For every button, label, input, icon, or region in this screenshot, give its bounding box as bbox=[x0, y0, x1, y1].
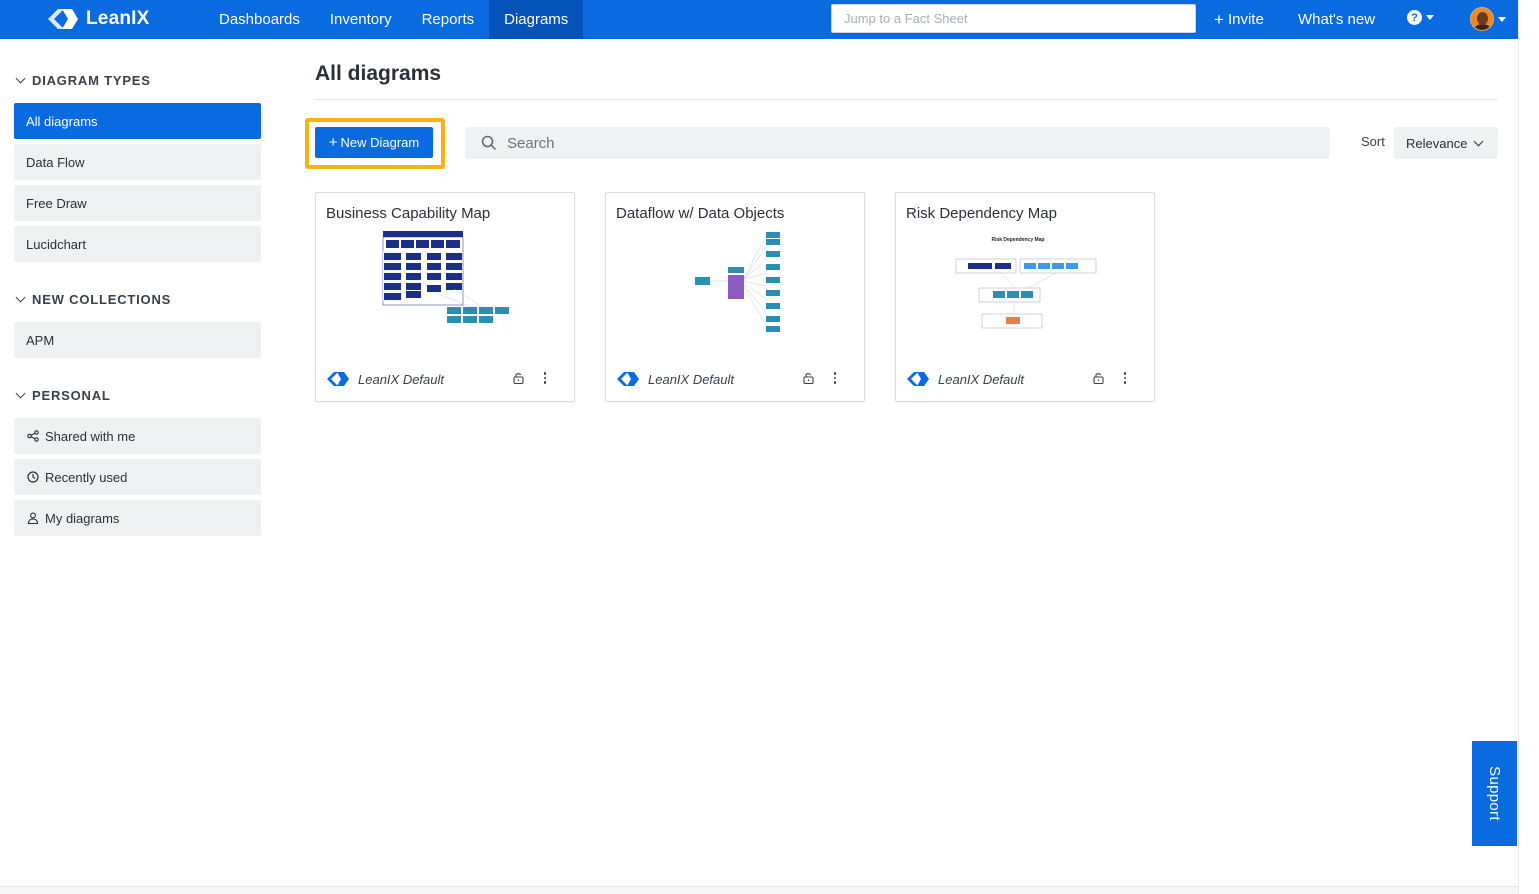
leanix-logo[interactable]: LeanIX bbox=[46, 7, 150, 31]
sidebar-item-label: APM bbox=[26, 332, 55, 348]
sort-label: Sort bbox=[1361, 134, 1385, 149]
section-title: DIAGRAM TYPES bbox=[32, 72, 151, 88]
user-icon bbox=[26, 512, 39, 525]
plus-icon: + bbox=[1214, 10, 1224, 29]
chevron-down-icon bbox=[15, 73, 26, 83]
leanix-logo-icon bbox=[617, 372, 639, 386]
leanix-logo-icon bbox=[48, 9, 78, 29]
leanix-logo-icon bbox=[907, 372, 929, 386]
diagram-thumbnail bbox=[382, 231, 509, 323]
card-footer: LeanIX Default bbox=[326, 369, 564, 389]
section-diagram-types-toggle[interactable]: DIAGRAM TYPES bbox=[14, 66, 261, 94]
more-options-icon[interactable] bbox=[542, 370, 548, 386]
diagram-thumbnail: Risk Dependency Map bbox=[955, 237, 1097, 329]
section-title: NEW COLLECTIONS bbox=[32, 291, 172, 307]
sort-value: Relevance bbox=[1406, 135, 1468, 151]
chevron-down-icon bbox=[15, 292, 26, 302]
share-icon bbox=[26, 430, 39, 443]
card-owner: LeanIX Default bbox=[648, 371, 735, 387]
sidebar-item-label: Data Flow bbox=[26, 154, 85, 170]
section-personal-toggle[interactable]: PERSONAL bbox=[14, 381, 261, 409]
sidebar-item-label: Recently used bbox=[45, 469, 128, 485]
logo-wordmark: LeanIX bbox=[86, 8, 150, 29]
new-diagram-label: New Diagram bbox=[340, 135, 420, 150]
sidebar: DIAGRAM TYPES All diagrams Data Flow Fre… bbox=[14, 66, 261, 536]
plus-icon: + bbox=[328, 134, 338, 151]
whats-new-link[interactable]: What's new bbox=[1298, 0, 1375, 39]
caret-down-icon bbox=[1426, 15, 1434, 20]
card-title: Business Capability Map bbox=[326, 205, 491, 222]
nav-inventory[interactable]: Inventory bbox=[315, 0, 407, 39]
window-edge-bottom bbox=[0, 886, 1518, 894]
card-title: Dataflow w/ Data Objects bbox=[616, 205, 785, 222]
sidebar-item-label: Shared with me bbox=[45, 428, 136, 444]
support-label: Support bbox=[1486, 766, 1504, 821]
lock-open-icon[interactable] bbox=[803, 372, 814, 384]
search-icon bbox=[481, 135, 497, 151]
nav-dashboards[interactable]: Dashboards bbox=[204, 0, 315, 39]
new-diagram-button[interactable]: + New Diagram bbox=[315, 127, 433, 158]
question-circle-icon: ? bbox=[1407, 10, 1422, 25]
invite-button[interactable]: + Invite bbox=[1214, 0, 1264, 39]
diagram-thumbnail bbox=[695, 232, 780, 332]
card-footer: LeanIX Default bbox=[616, 369, 854, 389]
leanix-logo-icon bbox=[327, 372, 349, 386]
sidebar-item-label: Lucidchart bbox=[26, 236, 86, 252]
section-new-collections-toggle[interactable]: NEW COLLECTIONS bbox=[14, 285, 261, 313]
sidebar-item-free-draw[interactable]: Free Draw bbox=[14, 185, 261, 221]
support-button[interactable]: Support bbox=[1472, 741, 1517, 846]
diagram-card-business-capability-map[interactable]: Business Capability Map LeanIX Default bbox=[315, 192, 575, 402]
top-navigation-bar: LeanIX Dashboards Inventory Reports Diag… bbox=[0, 0, 1518, 39]
sort-dropdown[interactable]: Relevance bbox=[1394, 127, 1498, 159]
chevron-down-icon bbox=[1473, 136, 1484, 146]
diagram-card-dataflow-w-data-objects[interactable]: Dataflow w/ Data Objects LeanIX Default bbox=[605, 192, 865, 402]
thumbnail-title: Risk Dependency Map bbox=[991, 237, 1044, 243]
clock-icon bbox=[26, 471, 39, 484]
sidebar-item-all-diagrams[interactable]: All diagrams bbox=[14, 103, 261, 139]
divider bbox=[315, 99, 1498, 100]
nav-reports[interactable]: Reports bbox=[407, 0, 490, 39]
lock-open-icon[interactable] bbox=[513, 372, 524, 384]
section-title: PERSONAL bbox=[32, 387, 111, 403]
card-footer: LeanIX Default bbox=[906, 369, 1144, 389]
avatar bbox=[1470, 7, 1494, 31]
sidebar-item-my-diagrams[interactable]: My diagrams bbox=[14, 500, 261, 536]
sidebar-item-data-flow[interactable]: Data Flow bbox=[14, 144, 261, 180]
diagram-search[interactable] bbox=[465, 127, 1330, 159]
chevron-down-icon bbox=[15, 388, 26, 398]
card-title: Risk Dependency Map bbox=[906, 205, 1057, 222]
page-title: All diagrams bbox=[315, 62, 442, 85]
card-owner: LeanIX Default bbox=[938, 371, 1025, 387]
card-owner: LeanIX Default bbox=[358, 371, 445, 387]
lock-open-icon[interactable] bbox=[1093, 372, 1104, 384]
more-options-icon[interactable] bbox=[1122, 370, 1128, 386]
search-input[interactable] bbox=[507, 134, 1307, 152]
help-menu[interactable]: ? bbox=[1407, 10, 1434, 25]
sidebar-item-apm[interactable]: APM bbox=[14, 322, 261, 358]
invite-label: Invite bbox=[1227, 11, 1264, 28]
sidebar-item-label: Free Draw bbox=[26, 195, 87, 211]
user-menu[interactable] bbox=[1470, 7, 1506, 31]
nav-diagrams[interactable]: Diagrams bbox=[489, 0, 584, 39]
main-nav: Dashboards Inventory Reports Diagrams bbox=[204, 0, 584, 39]
sidebar-item-lucidchart[interactable]: Lucidchart bbox=[14, 226, 261, 262]
sidebar-item-shared-with-me[interactable]: Shared with me bbox=[14, 418, 261, 454]
sidebar-item-recently-used[interactable]: Recently used bbox=[14, 459, 261, 495]
caret-down-icon bbox=[1498, 16, 1506, 22]
sidebar-item-label: My diagrams bbox=[45, 510, 120, 526]
more-options-icon[interactable] bbox=[832, 370, 838, 386]
diagram-card-risk-dependency-map[interactable]: Risk Dependency Map Risk Dependency Map … bbox=[895, 192, 1155, 402]
jump-to-fact-sheet-input[interactable] bbox=[831, 4, 1196, 33]
window-edge bbox=[1518, 0, 1539, 894]
sidebar-item-label: All diagrams bbox=[26, 113, 98, 129]
